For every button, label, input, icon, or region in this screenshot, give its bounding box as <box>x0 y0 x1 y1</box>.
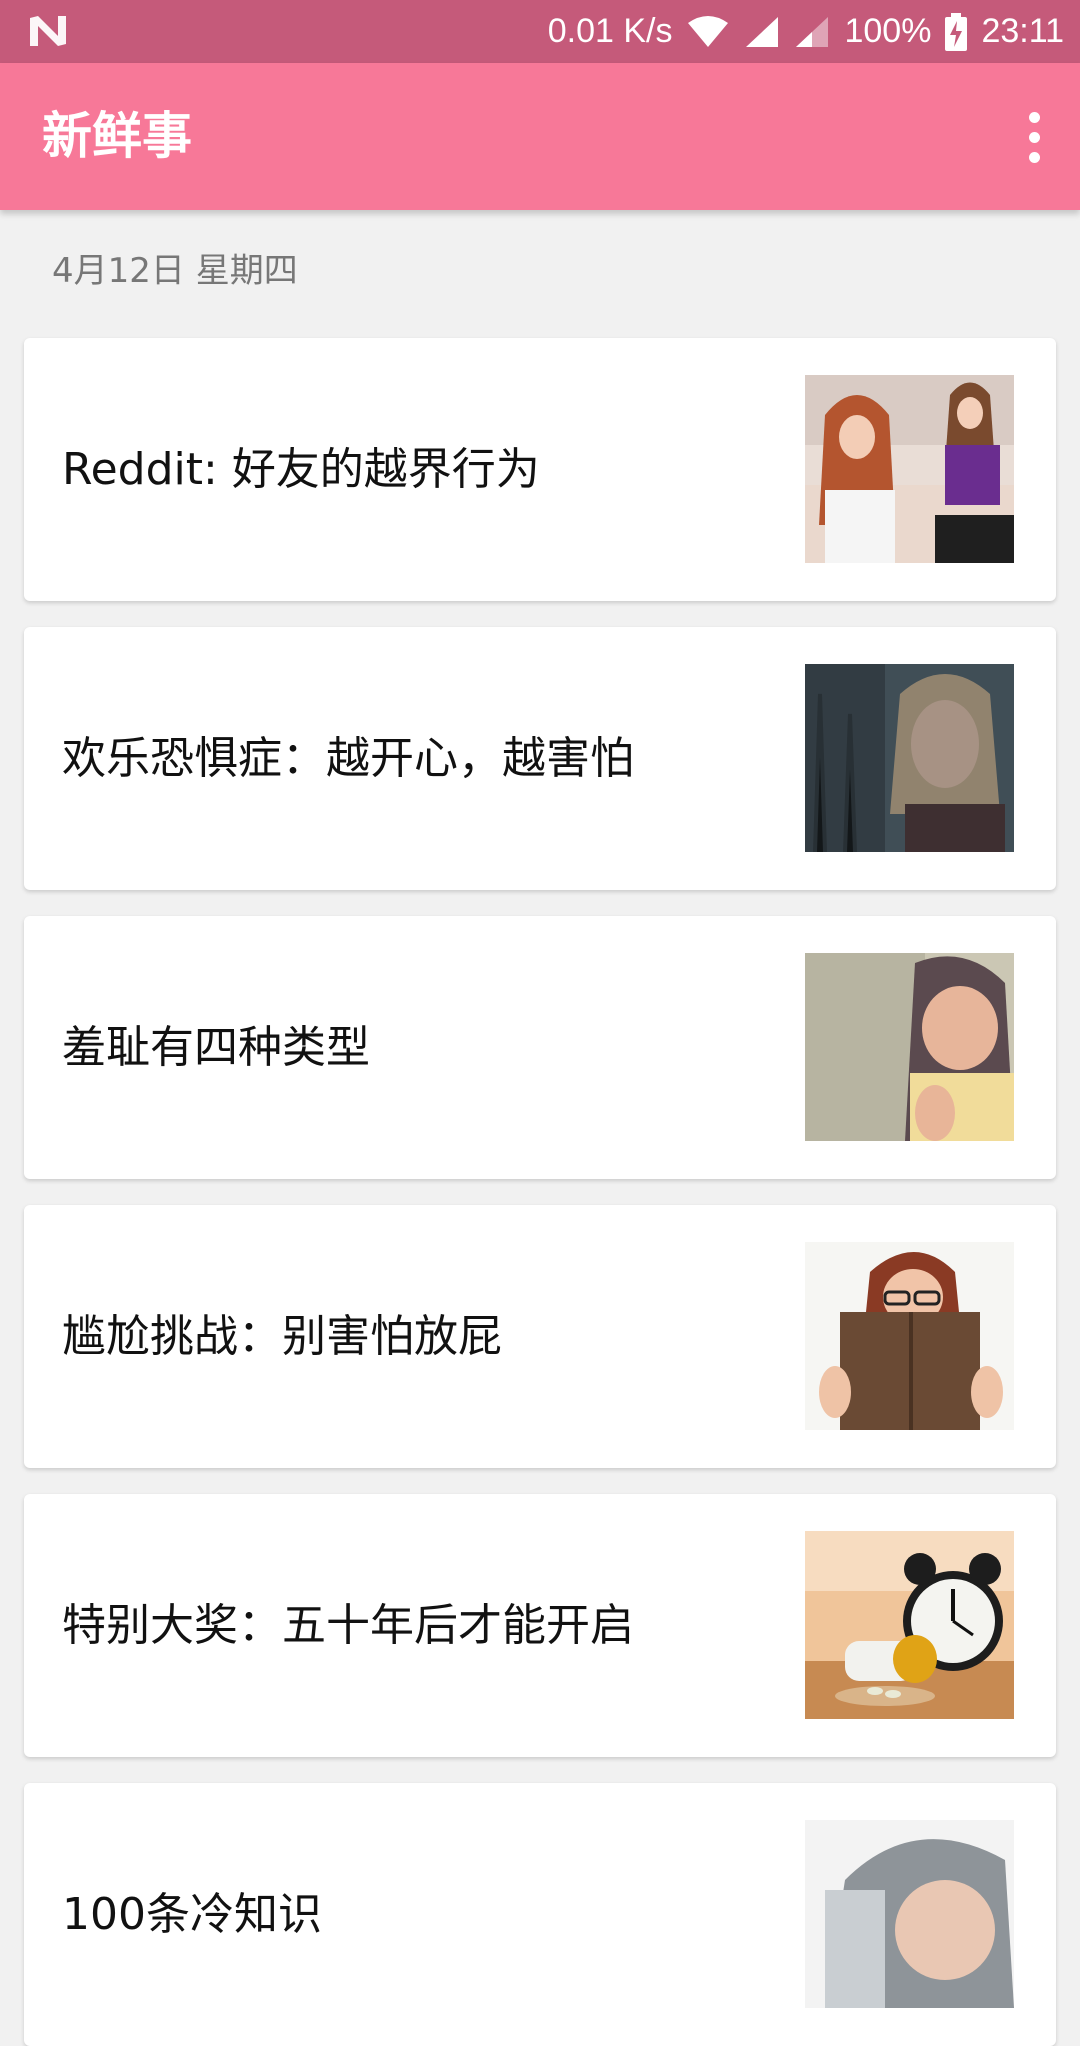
card-title: 羞耻有四种类型 <box>62 1022 370 1073</box>
card-title: 欢乐恐惧症：越开心，越害怕 <box>62 733 634 784</box>
feed-card[interactable]: 欢乐恐惧症：越开心，越害怕 <box>24 627 1056 890</box>
feed-card[interactable]: 尴尬挑战：别害怕放屁 <box>24 1205 1056 1468</box>
card-title: 100条冷知识 <box>62 1889 322 1940</box>
signal-icon <box>794 15 830 49</box>
app-bar: 新鲜事 <box>0 63 1080 210</box>
date-header: 4月12日 星期四 <box>52 251 298 291</box>
thumbnail-image <box>805 953 1014 1141</box>
clock: 23:11 <box>981 12 1064 50</box>
feed-card[interactable]: 100条冷知识 <box>24 1783 1056 2046</box>
card-title: Reddit: 好友的越界行为 <box>62 444 540 495</box>
app-title: 新鲜事 <box>42 107 192 165</box>
wifi-icon <box>686 15 730 49</box>
thumbnail-image <box>805 375 1014 563</box>
overflow-menu-icon[interactable] <box>1004 99 1064 175</box>
network-speed: 0.01 K/s <box>547 12 673 50</box>
thumbnail-image <box>805 1820 1014 2008</box>
battery-percent: 100% <box>844 12 932 50</box>
card-title: 尴尬挑战：别害怕放屁 <box>62 1311 502 1362</box>
card-title: 特别大奖：五十年后才能开启 <box>62 1600 634 1651</box>
feed-card[interactable]: 特别大奖：五十年后才能开启 <box>24 1494 1056 1757</box>
thumbnail-image <box>805 664 1014 852</box>
feed-card[interactable]: 羞耻有四种类型 <box>24 916 1056 1179</box>
notification-n-icon <box>28 14 68 48</box>
battery-charging-icon <box>945 12 968 51</box>
signal-icon <box>744 15 780 49</box>
thumbnail-image <box>805 1242 1014 1430</box>
thumbnail-image <box>805 1531 1014 1719</box>
status-bar: 0.01 K/s 100% 23:11 <box>0 0 1080 63</box>
feed-card[interactable]: Reddit: 好友的越界行为 <box>24 338 1056 601</box>
